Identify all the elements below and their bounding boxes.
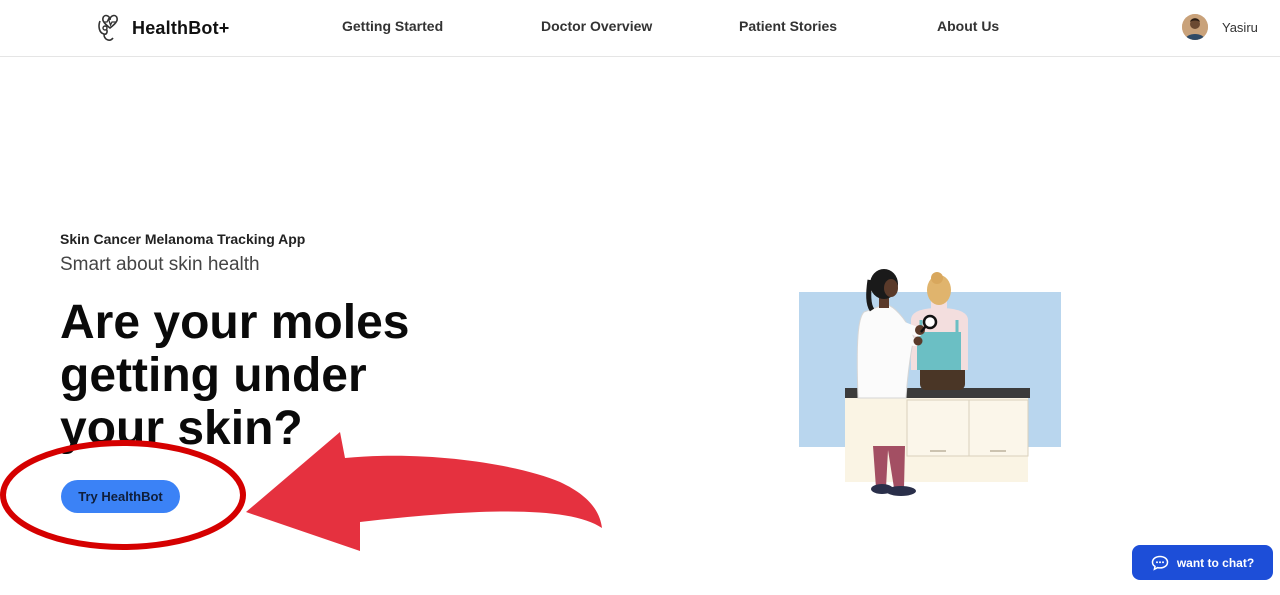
page: HealthBot+ Getting Started Doctor Overvi… [0, 0, 1280, 595]
stethoscope-heart-icon [98, 14, 118, 41]
nav-getting-started[interactable]: Getting Started [342, 18, 443, 34]
brand-name: HealthBot+ [132, 17, 230, 38]
doctor-examining-patient-illustration [799, 269, 1061, 496]
nav-patient-stories[interactable]: Patient Stories [739, 18, 837, 34]
top-navigation-bar: HealthBot+ Getting Started Doctor Overvi… [0, 0, 1280, 57]
hero-subtitle: Smart about skin health [60, 254, 260, 275]
hero-headline: Are your moles getting under your skin? [60, 296, 410, 455]
user-avatar[interactable] [1182, 14, 1208, 40]
user-name: Yasiru [1222, 19, 1258, 35]
nav-doctor-overview[interactable]: Doctor Overview [541, 18, 652, 34]
chat-bubble-icon [1151, 555, 1169, 571]
user-menu[interactable]: Yasiru [1182, 14, 1258, 40]
want-to-chat-button[interactable]: want to chat? [1132, 545, 1273, 580]
brand-logo[interactable]: HealthBot+ [96, 10, 230, 46]
try-healthbot-button[interactable]: Try HealthBot [61, 480, 180, 513]
hero-eyebrow: Skin Cancer Melanoma Tracking App [60, 231, 306, 247]
nav-about-us[interactable]: About Us [937, 18, 999, 34]
avatar-image [1182, 14, 1208, 40]
chat-label: want to chat? [1176, 555, 1255, 570]
